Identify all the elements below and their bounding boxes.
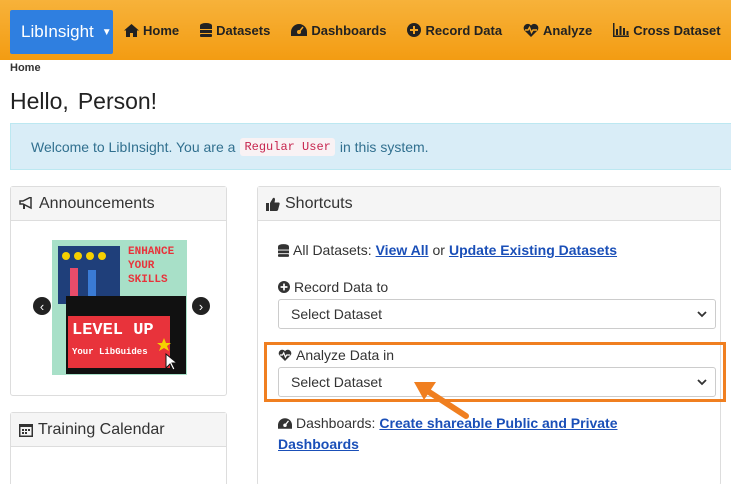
announcements-panel: Announcements ‹ ENHANCE YOUR SKILLS LEVE…: [10, 186, 227, 396]
slide-text-your: YOUR: [128, 260, 155, 272]
page-title: Hello, Person!: [10, 88, 157, 115]
nav-analyze[interactable]: Analyze: [523, 23, 592, 38]
slide-text-libguides: Your LibGuides: [72, 347, 148, 357]
shortcuts-panel: Shortcuts All Datasets: View All or Upda…: [257, 186, 721, 484]
calendar-icon: [19, 423, 33, 437]
welcome-alert: Welcome to LibInsight. You are a Regular…: [10, 123, 731, 170]
carousel-prev-button[interactable]: ‹: [33, 297, 51, 315]
database-icon: [278, 243, 289, 257]
nav-home-label: Home: [143, 22, 180, 38]
record-dataset-value: Select Dataset: [291, 306, 383, 322]
dashboards-row-2: Dashboards: [278, 436, 359, 452]
greeting-hello: Hello,: [10, 88, 69, 114]
nav-cross-dataset-label: Cross Dataset: [633, 22, 721, 38]
carousel-next-button[interactable]: ›: [192, 297, 210, 315]
nav-record-data[interactable]: Record Data: [407, 23, 502, 38]
breadcrumb[interactable]: Home: [10, 62, 41, 74]
create-dashboards-link-cont[interactable]: Dashboards: [278, 436, 359, 452]
heartbeat-icon: [523, 23, 539, 37]
top-navbar: LibInsight ▼ Home Datasets Dashboards Re…: [0, 0, 731, 60]
welcome-text-after: in this system.: [339, 138, 429, 155]
chevron-down-icon: [697, 311, 707, 318]
record-dataset-select[interactable]: Select Dataset: [278, 299, 716, 329]
database-icon: [200, 23, 213, 37]
bullhorn-icon: [19, 197, 32, 210]
arrow-annotation-icon: [414, 382, 469, 419]
caret-down-icon: ▼: [101, 26, 112, 38]
or-text: or: [432, 242, 445, 258]
training-calendar-header: Training Calendar: [11, 413, 226, 447]
slide-text-level-up: LEVEL UP: [72, 321, 154, 340]
training-calendar-title: Training Calendar: [38, 420, 165, 438]
plus-circle-icon: [278, 281, 290, 293]
nav-dashboards[interactable]: Dashboards: [291, 23, 386, 38]
nav-dashboards-label: Dashboards: [311, 22, 387, 38]
nav-datasets-label: Datasets: [216, 22, 271, 38]
announcements-title: Announcements: [39, 194, 155, 212]
user-role-badge: Regular User: [240, 137, 335, 156]
nav-analyze-label: Analyze: [543, 22, 593, 38]
view-all-link[interactable]: View All: [376, 242, 429, 258]
dashboards-label: Dashboards:: [296, 415, 376, 431]
nav-datasets[interactable]: Datasets: [200, 23, 270, 38]
dashboard-icon: [291, 24, 308, 36]
update-existing-datasets-link[interactable]: Update Existing Datasets: [449, 242, 617, 258]
nav-record-data-label: Record Data: [425, 22, 503, 38]
highlight-box: [264, 342, 726, 402]
greeting-name: Person!: [77, 88, 158, 114]
home-icon: [124, 23, 139, 37]
shortcuts-header: Shortcuts: [258, 187, 720, 221]
dashboard-icon: [278, 417, 292, 429]
shortcuts-title: Shortcuts: [285, 194, 353, 212]
slide-text-enhance: ENHANCE: [128, 246, 175, 258]
welcome-text-before: Welcome to LibInsight. You are a: [31, 138, 236, 155]
plus-circle-icon: [407, 23, 422, 37]
nav-cross-dataset[interactable]: Cross Dataset: [613, 22, 721, 38]
announcements-header: Announcements: [11, 187, 226, 221]
all-datasets-label: All Datasets:: [293, 242, 372, 258]
announcement-slide-image[interactable]: ENHANCE YOUR SKILLS LEVEL UP Your LibGui…: [52, 240, 187, 375]
slide-text-skills: SKILLS: [128, 274, 168, 286]
thumbs-up-icon: [266, 197, 280, 211]
brand-dropdown[interactable]: LibInsight ▼: [10, 10, 113, 54]
record-data-label: Record Data to: [294, 279, 389, 295]
all-datasets-row: All Datasets: View All or Update Existin…: [278, 242, 617, 258]
nav-home[interactable]: Home: [124, 23, 179, 38]
training-calendar-panel: Training Calendar: [10, 412, 227, 484]
record-data-row: Record Data to: [278, 279, 388, 295]
brand-label: LibInsight: [21, 22, 94, 41]
bar-chart-icon: [613, 23, 630, 37]
